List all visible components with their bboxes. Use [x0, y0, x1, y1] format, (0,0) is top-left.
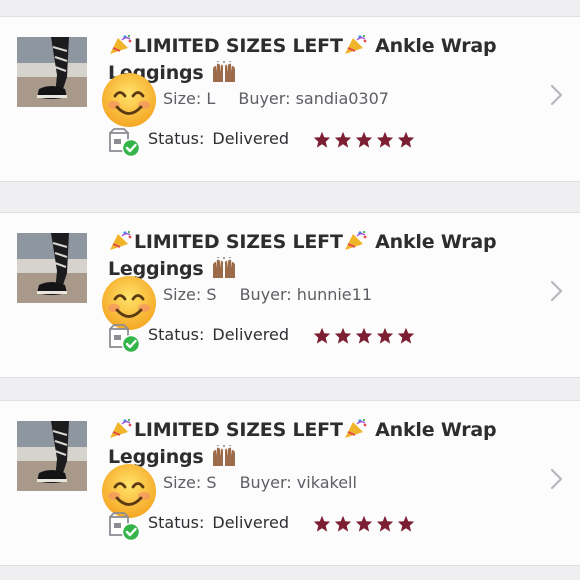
order-status: Status: Delivered — [148, 325, 289, 344]
raised-hands-icon — [210, 445, 238, 467]
chevron-right-icon[interactable] — [548, 83, 564, 107]
listing-title-line1: LIMITED SIZES LEFT — [134, 419, 343, 441]
listing-title-tail: Ankle Wrap — [368, 419, 497, 441]
product-thumbnail[interactable] — [17, 37, 87, 107]
listing-title[interactable]: LIMITED SIZES LEFT Ankle Wrap Leggings — [108, 33, 508, 87]
star-icon — [397, 515, 415, 532]
size-value: S — [206, 473, 217, 492]
size-value: L — [206, 89, 216, 108]
product-thumbnail[interactable] — [17, 421, 87, 491]
star-icon — [376, 515, 394, 532]
chevron-right-icon[interactable] — [548, 279, 564, 303]
listing-title[interactable]: LIMITED SIZES LEFT Ankle Wrap Leggings — [108, 417, 508, 471]
star-icon — [376, 131, 394, 148]
size-value: S — [206, 285, 217, 304]
star-icon — [376, 327, 394, 344]
party-popper-icon — [343, 418, 369, 440]
star-icon — [334, 515, 352, 532]
star-icon — [397, 131, 415, 148]
listing-title-line1: LIMITED SIZES LEFT — [134, 35, 343, 57]
order-list: LIMITED SIZES LEFT Ankle Wrap Leggings Si… — [0, 0, 580, 580]
star-icon — [355, 327, 373, 344]
size-label: Size: — [163, 285, 202, 304]
star-icon — [334, 131, 352, 148]
chevron-right-icon[interactable] — [548, 467, 564, 491]
raised-hands-icon — [210, 61, 238, 83]
buyer-username[interactable]: sandia0307 — [296, 89, 389, 108]
star-icon — [334, 327, 352, 344]
buyer-label: Buyer: — [238, 89, 291, 108]
party-popper-icon — [108, 34, 134, 56]
buyer-label: Buyer: — [239, 285, 292, 304]
listing-title[interactable]: LIMITED SIZES LEFT Ankle Wrap Leggings — [108, 229, 508, 283]
party-popper-icon — [343, 230, 369, 252]
order-status: Status: Delivered — [148, 129, 289, 148]
star-icon — [313, 515, 331, 532]
order-details: Size: L Buyer: sandia0307 — [163, 89, 389, 108]
rating-stars — [313, 327, 418, 345]
listing-title-line1: LIMITED SIZES LEFT — [134, 231, 343, 253]
status-value: Delivered — [212, 129, 289, 148]
order-card[interactable]: LIMITED SIZES LEFT Ankle Wrap Leggings Si… — [0, 212, 580, 378]
status-label: Status: — [148, 513, 205, 532]
order-card[interactable]: LIMITED SIZES LEFT Ankle Wrap Leggings Si… — [0, 400, 580, 566]
size-label: Size: — [163, 473, 202, 492]
star-icon — [397, 327, 415, 344]
status-label: Status: — [148, 129, 205, 148]
status-value: Delivered — [212, 325, 289, 344]
order-details: Size: S Buyer: hunnie11 — [163, 285, 372, 304]
product-thumbnail[interactable] — [17, 233, 87, 303]
star-icon — [355, 131, 373, 148]
delivered-box-icon — [109, 512, 141, 541]
delivered-box-icon — [109, 128, 141, 157]
rating-stars — [313, 131, 418, 149]
star-icon — [313, 327, 331, 344]
party-popper-icon — [108, 418, 134, 440]
raised-hands-icon — [210, 257, 238, 279]
party-popper-icon — [343, 34, 369, 56]
party-popper-icon — [108, 230, 134, 252]
delivered-box-icon — [109, 324, 141, 353]
status-label: Status: — [148, 325, 205, 344]
size-label: Size: — [163, 89, 202, 108]
order-details: Size: S Buyer: vikakell — [163, 473, 357, 492]
rating-stars — [313, 515, 418, 533]
smiling-face-icon — [102, 73, 156, 127]
star-icon — [313, 131, 331, 148]
star-icon — [355, 515, 373, 532]
order-card[interactable]: LIMITED SIZES LEFT Ankle Wrap Leggings Si… — [0, 16, 580, 182]
listing-title-tail: Ankle Wrap — [368, 35, 497, 57]
order-status: Status: Delivered — [148, 513, 289, 532]
listing-title-tail: Ankle Wrap — [368, 231, 497, 253]
buyer-username[interactable]: vikakell — [297, 473, 357, 492]
buyer-username[interactable]: hunnie11 — [297, 285, 372, 304]
status-value: Delivered — [212, 513, 289, 532]
buyer-label: Buyer: — [239, 473, 292, 492]
